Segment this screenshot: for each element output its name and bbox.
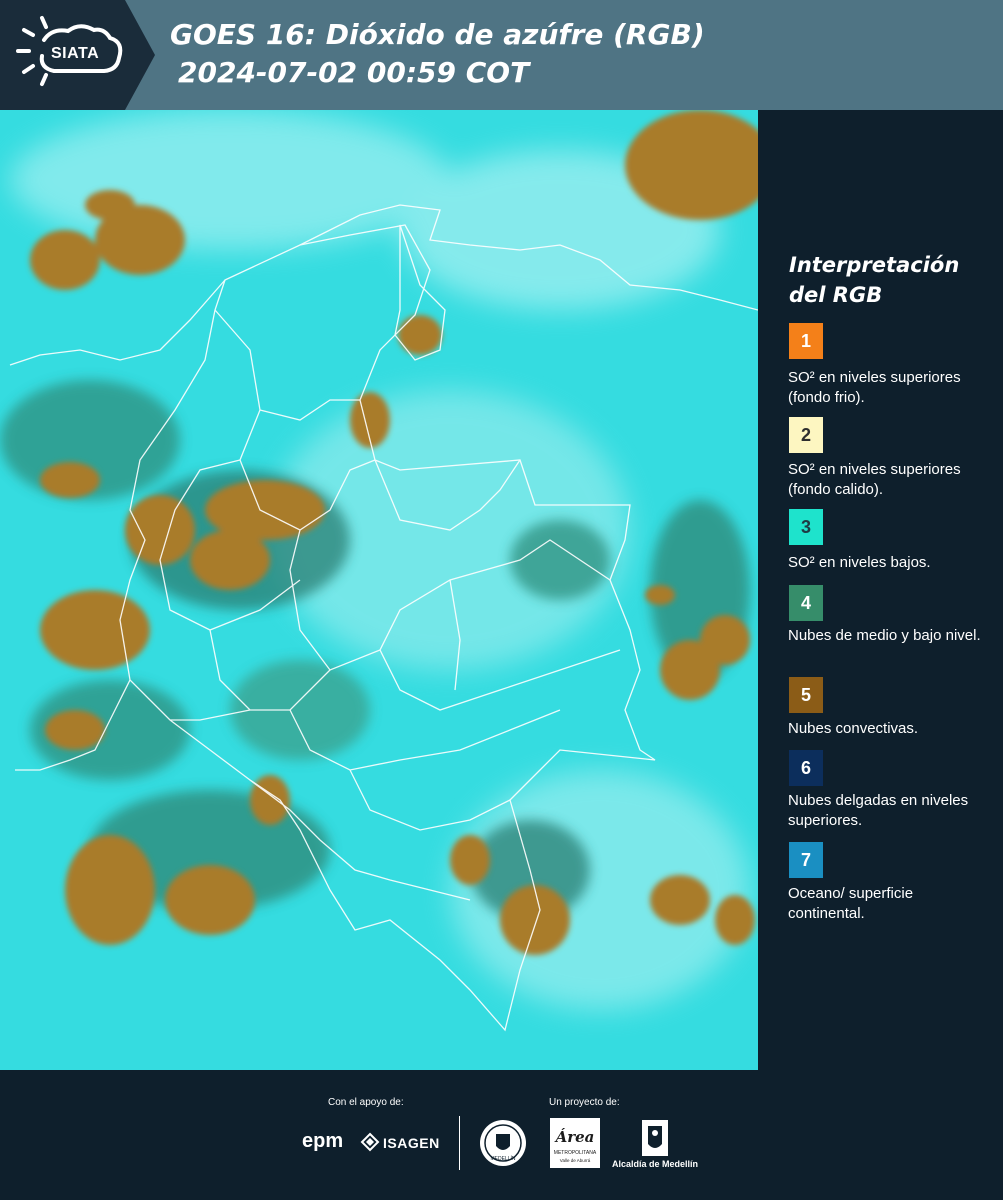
legend-label-2: SO² en niveles superiores (fondo calido)… <box>788 461 961 498</box>
satellite-map-image <box>0 110 758 1070</box>
seal-label: MEDELLÍN <box>490 1155 515 1162</box>
legend-label-4: Nubes de medio y bajo nivel. <box>788 627 981 644</box>
alcaldia-label: Alcaldía de Medellín <box>612 1159 699 1169</box>
legend-label-5: Nubes convectivas. <box>788 720 919 737</box>
legend-swatch-3: 3 <box>789 509 823 545</box>
area-logo-sub: METROPOLITANA <box>554 1150 597 1156</box>
legend-swatch-1: 1 <box>789 323 823 359</box>
header-bar: SIATA GOES 16: Dióxido de azúfre (RGB) 2… <box>0 0 1003 110</box>
legend-label-7: Oceano/ superficie continental. <box>788 885 914 922</box>
area-logo-sub2: Valle de Aburrá <box>560 1158 591 1163</box>
legend-label-3: SO² en niveles bajos. <box>788 554 931 571</box>
support-label: Con el apoyo de: <box>328 1097 404 1108</box>
legend-label-1: SO² en niveles superiores (fondo frio). <box>788 369 961 406</box>
isagen-logo[interactable]: ISAGEN <box>383 1135 440 1151</box>
alcaldia-shield-icon[interactable] <box>640 1118 670 1158</box>
legend-swatch-6: 6 <box>789 750 823 786</box>
medellin-seal-icon[interactable]: MEDELLÍN <box>478 1118 528 1168</box>
legend-swatch-5: 5 <box>789 677 823 713</box>
footer-divider <box>459 1116 460 1170</box>
legend-swatch-4: 4 <box>789 585 823 621</box>
legend-swatch-7: 7 <box>789 842 823 878</box>
legend-swatch-2: 2 <box>789 417 823 453</box>
siata-logo[interactable]: SIATA <box>0 0 155 110</box>
satellite-map[interactable] <box>0 110 758 1070</box>
area-metropolitana-logo[interactable]: Área METROPOLITANA Valle de Aburrá <box>550 1118 600 1168</box>
page-title: GOES 16: Dióxido de azúfre (RGB) <box>170 18 705 51</box>
legend-title: Interpretación del RGB <box>789 253 960 307</box>
legend-label-6: Nubes delgadas en niveles superiores. <box>788 792 969 829</box>
epm-logo[interactable]: epm <box>302 1130 343 1153</box>
siata-logo-text: SIATA <box>51 45 100 62</box>
project-label: Un proyecto de: <box>549 1097 620 1108</box>
page-timestamp: 2024-07-02 00:59 COT <box>178 56 530 89</box>
isagen-logo-icon <box>360 1132 380 1152</box>
footer-bar: Con el apoyo de: Un proyecto de: epm ISA… <box>0 1070 1003 1200</box>
legend-panel: Interpretación del RGB 1 SO² en niveles … <box>760 110 1003 1070</box>
area-logo-text: Área <box>554 1128 595 1146</box>
